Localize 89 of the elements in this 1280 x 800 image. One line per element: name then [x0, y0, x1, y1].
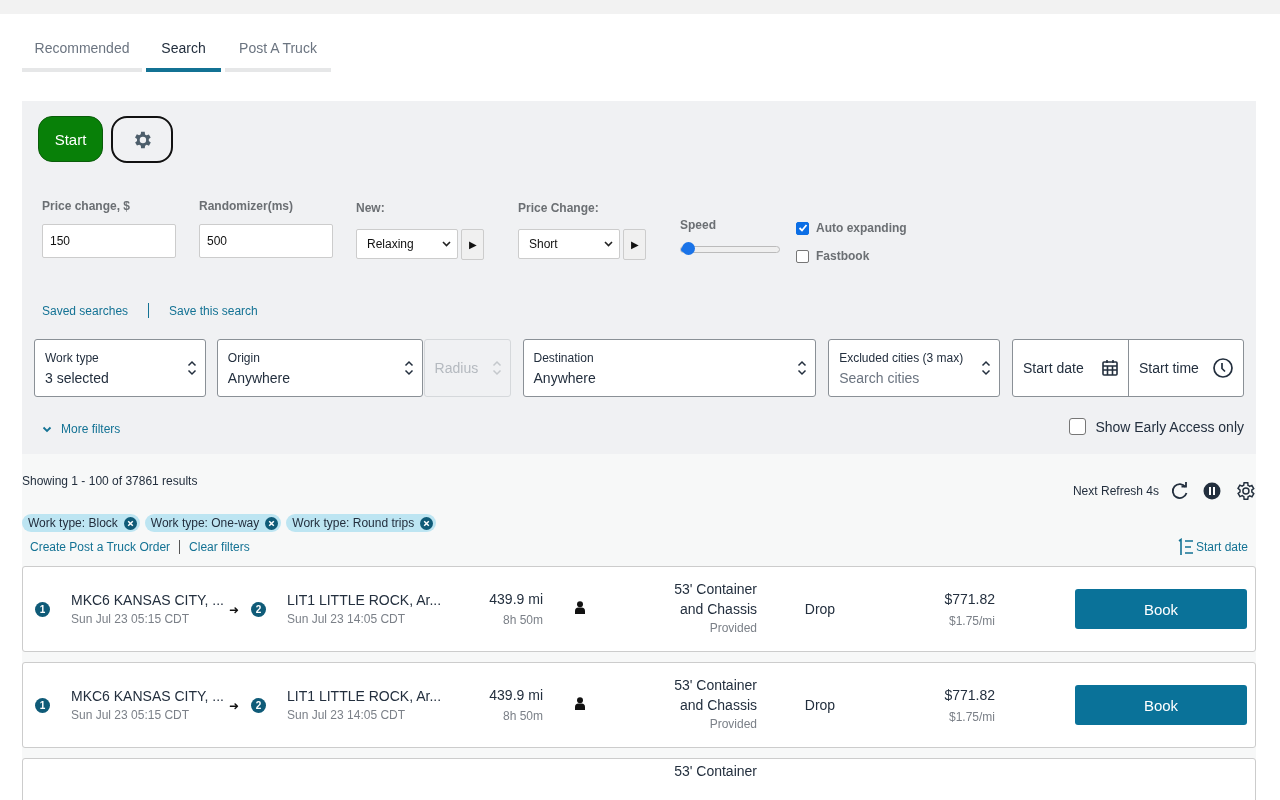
- destination-name: LIT1 LITTLE ROCK, Ar...: [287, 688, 443, 704]
- sort-button[interactable]: Start date: [1177, 538, 1248, 556]
- play-button[interactable]: ▶: [623, 229, 646, 260]
- origin-name: MKC6 KANSAS CITY, ...: [71, 688, 225, 704]
- distance: 439.9 mi: [489, 687, 543, 703]
- trailer-type: Drop: [804, 601, 836, 617]
- sort-icon: [1177, 538, 1194, 556]
- remove-icon[interactable]: [265, 516, 279, 530]
- checkbox-label: Auto expanding: [816, 221, 907, 235]
- pause-icon[interactable]: [1203, 482, 1221, 500]
- person-icon: [575, 697, 585, 710]
- checkbox[interactable]: [1069, 418, 1087, 435]
- filter-chip[interactable]: Work type: One-way: [144, 514, 282, 532]
- duration: 8h 50m: [502, 709, 543, 723]
- tab[interactable]: Recommended: [22, 40, 142, 72]
- equipment-text: and Chassis: [679, 601, 757, 617]
- stop-number: 1: [35, 602, 50, 617]
- chevron-icon: [442, 241, 451, 247]
- origin-time: Sun Jul 23 05:15 CDT: [71, 612, 191, 626]
- clear-filters-link[interactable]: Clear filters: [189, 540, 250, 554]
- refresh-icon[interactable]: [1170, 481, 1190, 501]
- slider-thumb[interactable]: [681, 242, 695, 255]
- remove-icon[interactable]: [420, 516, 434, 530]
- checkbox[interactable]: [796, 249, 809, 263]
- chevron-icon: [604, 241, 613, 247]
- origin-name: MKC6 KANSAS CITY, ...: [71, 592, 225, 608]
- stop-number: 2: [251, 602, 266, 617]
- create-order-link[interactable]: Create Post a Truck Order: [30, 540, 171, 554]
- equipment-text: 53' Container: [674, 581, 757, 597]
- equipment-note: Provided: [709, 717, 757, 731]
- input-field[interactable]: 150: [42, 224, 176, 258]
- distance: 439.9 mi: [489, 591, 543, 607]
- equipment-text: and Chassis: [679, 697, 757, 713]
- save-search-link[interactable]: Save this search: [169, 303, 258, 318]
- rate: $1.75/mi: [948, 709, 995, 724]
- equipment-note: Provided: [709, 621, 757, 635]
- destination-time: Sun Jul 23 14:05 CDT: [287, 612, 407, 626]
- rate: $1.75/mi: [948, 613, 995, 628]
- sort-arrows-icon: [797, 359, 808, 377]
- checkbox-label: Show Early Access only: [1095, 418, 1244, 435]
- remove-icon[interactable]: [123, 516, 137, 530]
- slider-label: Speed: [680, 218, 717, 232]
- price: $771.82: [944, 590, 995, 607]
- start-button[interactable]: Start: [38, 116, 103, 162]
- arrow-icon: ➜: [229, 602, 239, 617]
- input-field[interactable]: 500: [199, 224, 333, 258]
- origin-time: Sun Jul 23 05:15 CDT: [71, 708, 191, 722]
- checkbox-label: Fastbook: [816, 249, 870, 263]
- results-count: Showing 1 - 100 of 37861 results: [22, 474, 198, 488]
- equipment-text: 53' Container: [674, 763, 757, 779]
- more-filters-link[interactable]: More filters: [42, 422, 121, 436]
- saved-searches-link[interactable]: Saved searches: [42, 303, 129, 318]
- sort-arrows-icon: [403, 359, 414, 377]
- person-icon: [575, 601, 585, 614]
- chevron-icon: [42, 425, 52, 433]
- duration: 8h 50m: [502, 613, 543, 627]
- filter-chip[interactable]: Work type: Block: [22, 514, 140, 532]
- load-card[interactable]: 53' Container: [22, 758, 1256, 800]
- tab[interactable]: Post A Truck: [225, 40, 331, 72]
- settings-button[interactable]: [111, 116, 173, 163]
- sort-arrows-icon: [491, 359, 502, 377]
- destination-time: Sun Jul 23 14:05 CDT: [287, 708, 407, 722]
- settings-icon[interactable]: [1234, 480, 1256, 502]
- sort-arrows-icon: [186, 359, 197, 377]
- checkbox[interactable]: [796, 221, 809, 235]
- book-button[interactable]: Book: [1075, 685, 1247, 725]
- play-button[interactable]: ▶: [461, 229, 484, 260]
- destination-name: LIT1 LITTLE ROCK, Ar...: [287, 592, 443, 608]
- stop-number: 1: [35, 698, 50, 713]
- field-label: New:: [356, 201, 386, 215]
- tab[interactable]: Search: [146, 40, 221, 72]
- book-button[interactable]: Book: [1075, 589, 1247, 629]
- equipment-text: 53' Container: [674, 677, 757, 693]
- arrow-icon: ➜: [229, 698, 239, 713]
- sort-arrows-icon: [981, 359, 991, 377]
- field-label: Price change, $: [42, 199, 132, 213]
- filter-dropdown[interactable]: Destination Anywhere: [522, 339, 817, 397]
- stop-number: 2: [251, 698, 266, 713]
- filter-chip[interactable]: Work type: Round trips: [286, 514, 437, 532]
- field-label: Price Change:: [518, 201, 600, 215]
- field-label: Randomizer(ms): [199, 199, 294, 213]
- filter-dropdown[interactable]: Work type 3 selected: [34, 339, 206, 397]
- filter-dropdown[interactable]: Excluded cities (3 max) Search cities: [828, 339, 1000, 397]
- dropdown[interactable]: Short: [518, 229, 620, 259]
- refresh-timer: Next Refresh 4s: [1072, 484, 1159, 498]
- trailer-type: Drop: [804, 697, 836, 713]
- filter-dropdown[interactable]: Origin Anywhere: [216, 339, 423, 397]
- price: $771.82: [944, 686, 995, 703]
- dropdown[interactable]: Relaxing: [356, 229, 458, 259]
